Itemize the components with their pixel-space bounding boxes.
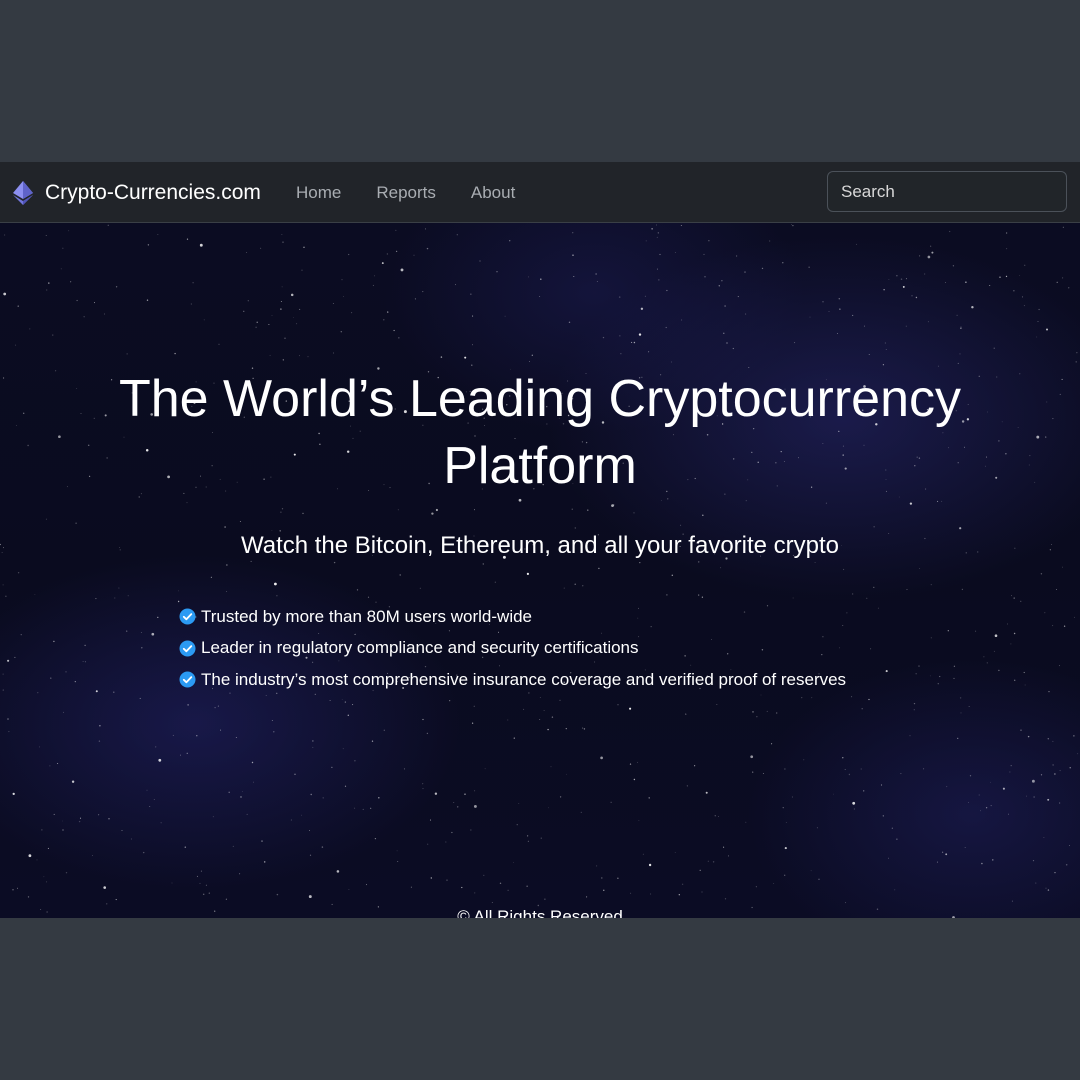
navbar: Crypto-Currencies.com Home Reports About xyxy=(0,162,1080,223)
brand-link[interactable]: Crypto-Currencies.com xyxy=(12,162,261,223)
ethereum-diamond-icon xyxy=(13,180,33,205)
feature-item: The industry’s most comprehensive insura… xyxy=(179,664,846,696)
hero-content: The World’s Leading Cryptocurrency Platf… xyxy=(0,223,1080,918)
nav-links: Home Reports About xyxy=(296,162,550,223)
feature-text: Leader in regulatory compliance and secu… xyxy=(201,638,639,658)
brand-name: Crypto-Currencies.com xyxy=(45,180,261,204)
check-badge-icon xyxy=(179,640,196,657)
search-input[interactable] xyxy=(827,171,1067,212)
check-badge-icon xyxy=(179,671,196,688)
feature-item: Trusted by more than 80M users world-wid… xyxy=(179,601,846,633)
feature-text: Trusted by more than 80M users world-wid… xyxy=(201,606,533,626)
nav-link-about[interactable]: About xyxy=(471,183,515,203)
nav-link-home[interactable]: Home xyxy=(296,183,341,203)
hero-title: The World’s Leading Cryptocurrency Platf… xyxy=(118,370,962,495)
feature-item: Leader in regulatory compliance and secu… xyxy=(179,633,846,665)
feature-list: Trusted by more than 80M users world-wid… xyxy=(179,601,846,696)
copyright-footer: © All Rights Reserved xyxy=(457,907,623,918)
hero-section: The World’s Leading Cryptocurrency Platf… xyxy=(0,223,1080,918)
app-frame: Crypto-Currencies.com Home Reports About… xyxy=(0,162,1080,918)
check-badge-icon xyxy=(179,608,196,625)
nav-link-reports[interactable]: Reports xyxy=(376,183,436,203)
hero-subtitle: Watch the Bitcoin, Ethereum, and all you… xyxy=(240,532,840,559)
feature-text: The industry’s most comprehensive insura… xyxy=(201,669,847,689)
